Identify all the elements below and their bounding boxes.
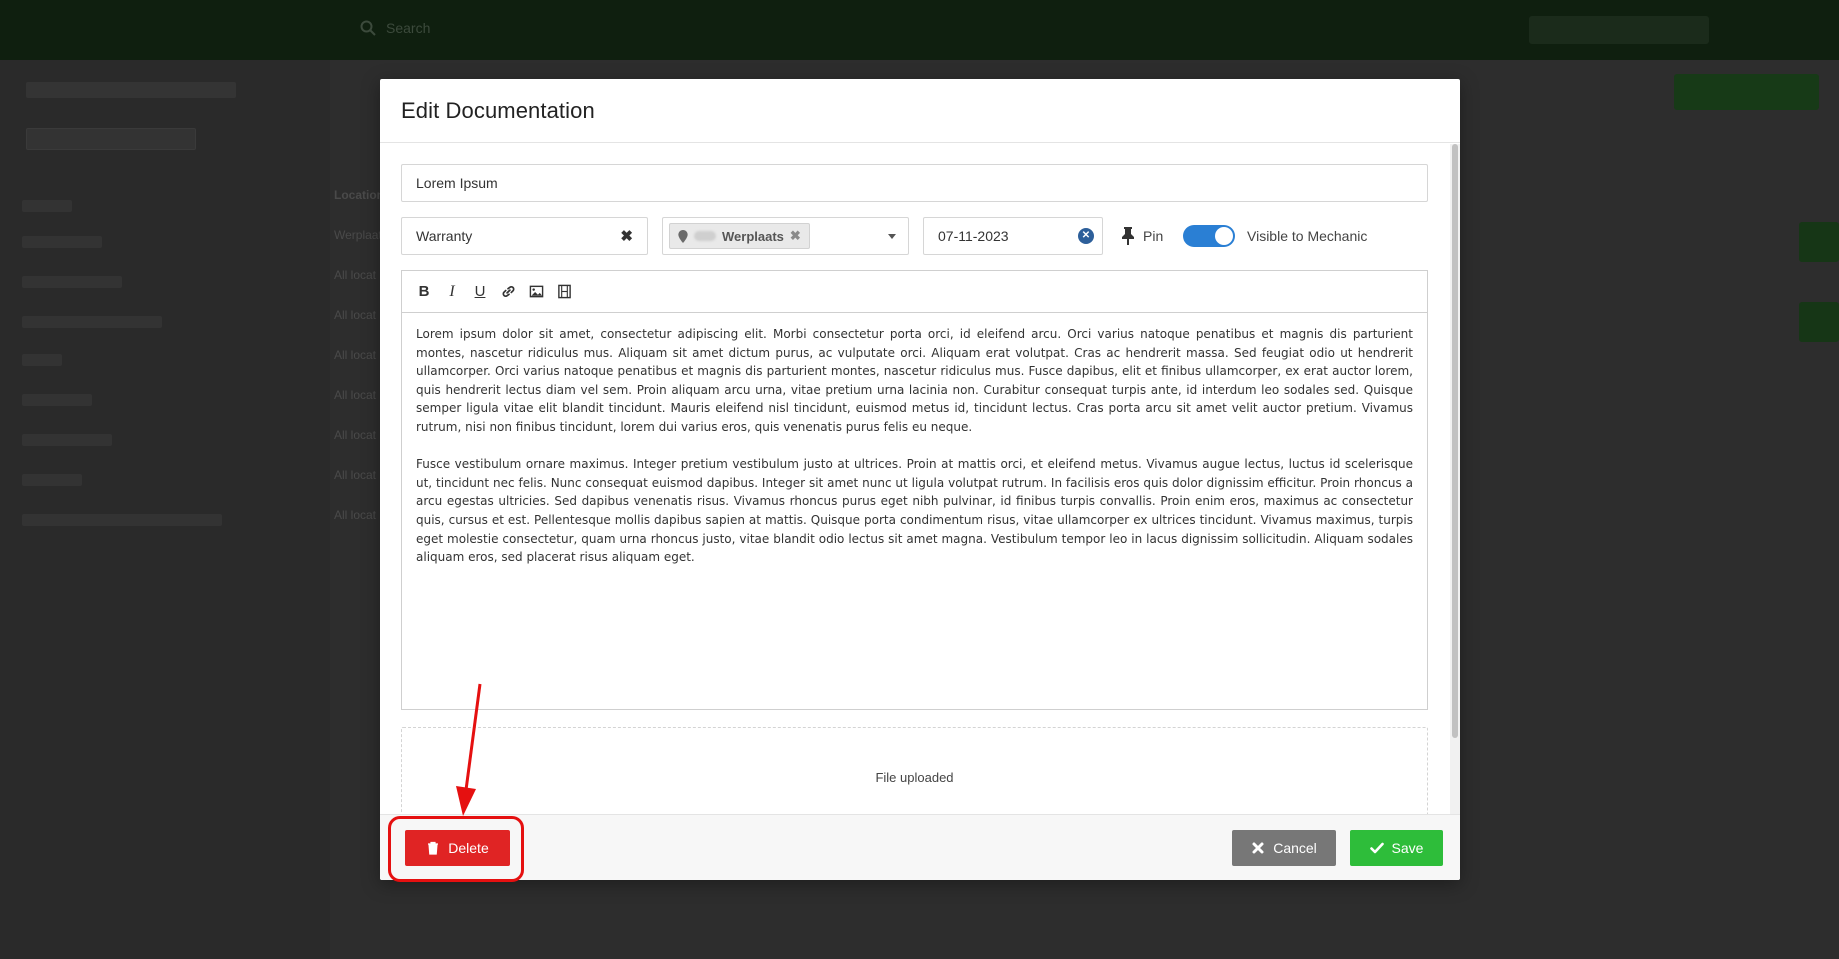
upload-status: File uploaded bbox=[875, 770, 954, 785]
modal-scrollbar[interactable] bbox=[1450, 144, 1460, 814]
app-table-cell: All locat bbox=[334, 428, 377, 442]
editor-paragraph: Fusce vestibulum ornare maximus. Integer… bbox=[416, 457, 1413, 565]
app-list-item[interactable] bbox=[22, 200, 72, 212]
save-button-label: Save bbox=[1391, 840, 1424, 856]
modal-header: Edit Documentation bbox=[380, 79, 1460, 143]
title-input[interactable]: Lorem Ipsum bbox=[401, 164, 1428, 202]
close-icon[interactable]: ✕ bbox=[1078, 228, 1094, 244]
italic-icon[interactable]: I bbox=[442, 282, 462, 302]
app-list-item[interactable] bbox=[22, 474, 82, 486]
modal-title: Edit Documentation bbox=[401, 97, 595, 123]
toggle-switch[interactable] bbox=[1183, 225, 1235, 247]
location-select[interactable]: Werplaats ✖ bbox=[662, 217, 909, 255]
app-list-item[interactable] bbox=[22, 276, 122, 288]
app-table-cell: All locat bbox=[334, 468, 377, 482]
app-table-cell: All locat bbox=[334, 388, 377, 402]
app-table-cell: All locat bbox=[334, 508, 377, 522]
app-table-cell: All locat bbox=[334, 308, 377, 322]
close-icon[interactable]: ✖ bbox=[620, 227, 633, 245]
map-pin-icon bbox=[678, 229, 688, 243]
app-table-cell: All locat bbox=[334, 268, 377, 282]
editor-content[interactable]: Lorem ipsum dolor sit amet, consectetur … bbox=[402, 313, 1427, 579]
cancel-button[interactable]: Cancel bbox=[1232, 830, 1336, 866]
thumbtack-icon bbox=[1122, 227, 1134, 245]
app-add-button[interactable] bbox=[1674, 74, 1819, 110]
close-icon bbox=[1252, 842, 1264, 854]
date-input-value: 07-11-2023 bbox=[938, 228, 1009, 244]
title-input-value: Lorem Ipsum bbox=[416, 175, 498, 191]
app-row-action-button[interactable] bbox=[1799, 302, 1839, 342]
app-list-item[interactable] bbox=[22, 236, 102, 248]
toggle-knob bbox=[1215, 227, 1233, 245]
app-list-item[interactable] bbox=[22, 434, 112, 446]
date-input[interactable]: 07-11-2023 ✕ bbox=[923, 217, 1103, 255]
file-dropzone[interactable]: File uploaded bbox=[401, 727, 1428, 814]
app-user-menu[interactable] bbox=[1529, 16, 1709, 44]
app-topbar: Search bbox=[0, 0, 1839, 60]
search-icon bbox=[360, 20, 376, 36]
pin-checkbox[interactable]: Pin bbox=[1121, 217, 1163, 255]
app-table-cell: All locat bbox=[334, 348, 377, 362]
caret-down-icon[interactable] bbox=[888, 233, 896, 239]
app-sidebar bbox=[0, 60, 330, 959]
category-select-value: Warranty bbox=[416, 228, 473, 244]
rich-text-editor[interactable]: B I U Lorem ipsum dolor sit amet, consec… bbox=[401, 270, 1428, 710]
category-select[interactable]: Warranty ✖ bbox=[401, 217, 648, 255]
location-tag: Werplaats ✖ bbox=[669, 223, 810, 249]
app-table-header-location: Location bbox=[334, 188, 384, 202]
location-tag-label: Werplaats bbox=[722, 228, 784, 244]
image-icon[interactable] bbox=[526, 282, 546, 302]
underline-icon[interactable]: U bbox=[470, 282, 490, 302]
modal-footer: Delete Cancel Save bbox=[380, 814, 1460, 880]
editor-toolbar: B I U bbox=[402, 271, 1427, 313]
bold-icon[interactable]: B bbox=[414, 282, 434, 302]
app-list-item[interactable] bbox=[22, 394, 92, 406]
redacted-text bbox=[694, 231, 716, 241]
modal-body: Lorem Ipsum Warranty ✖ Werplaats ✖ 07-11… bbox=[380, 144, 1460, 814]
app-search-placeholder: Search bbox=[386, 20, 431, 36]
video-icon[interactable] bbox=[554, 282, 574, 302]
annotation-highlight-box bbox=[388, 816, 524, 882]
app-list-item[interactable] bbox=[22, 316, 162, 328]
pin-label: Pin bbox=[1143, 228, 1164, 244]
check-icon bbox=[1369, 842, 1384, 854]
link-icon[interactable] bbox=[498, 282, 518, 302]
app-list-item[interactable] bbox=[22, 354, 62, 366]
app-page-title bbox=[26, 82, 236, 98]
visible-to-mechanic-label: Visible to Mechanic bbox=[1247, 228, 1368, 244]
meta-row: Warranty ✖ Werplaats ✖ 07-11-2023 ✕ Pin … bbox=[401, 217, 1428, 255]
save-button[interactable]: Save bbox=[1350, 830, 1443, 866]
scrollbar-thumb[interactable] bbox=[1452, 144, 1458, 738]
app-search[interactable]: Search bbox=[360, 20, 430, 36]
visible-to-mechanic-toggle[interactable]: Visible to Mechanic bbox=[1183, 217, 1367, 255]
app-list-item[interactable] bbox=[22, 514, 222, 526]
app-row-action-button[interactable] bbox=[1799, 222, 1839, 262]
close-icon[interactable]: ✖ bbox=[790, 228, 801, 244]
app-filter-input[interactable] bbox=[26, 128, 196, 150]
edit-documentation-modal: Edit Documentation Lorem Ipsum Warranty … bbox=[380, 79, 1460, 880]
cancel-button-label: Cancel bbox=[1273, 840, 1317, 856]
editor-paragraph: Lorem ipsum dolor sit amet, consectetur … bbox=[416, 327, 1413, 434]
